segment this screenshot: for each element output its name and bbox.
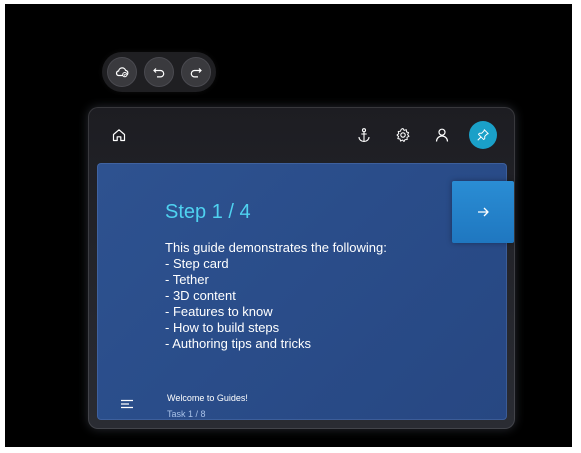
anchor-icon: [358, 128, 370, 142]
step-line: - Features to know: [165, 304, 273, 319]
step-line: - 3D content: [165, 288, 236, 303]
step-card: Step 1 / 4 This guide demonstrates the f…: [97, 163, 507, 420]
floating-toolbar: [102, 52, 216, 92]
undo-icon: [153, 68, 165, 78]
cloud-sync-button[interactable]: [107, 57, 137, 87]
step-line: - Authoring tips and tricks: [165, 336, 311, 351]
pin-button[interactable]: [469, 121, 497, 149]
mixed-reality-scene: Step 1 / 4 This guide demonstrates the f…: [5, 4, 572, 447]
anchor-button[interactable]: [353, 124, 375, 146]
guide-panel: Step 1 / 4 This guide demonstrates the f…: [88, 107, 515, 429]
redo-icon: [190, 68, 202, 78]
step-line: This guide demonstrates the following:: [165, 240, 387, 255]
user-icon: [435, 128, 449, 142]
guide-title: Welcome to Guides!: [167, 393, 248, 403]
menu-icon[interactable]: [119, 396, 135, 412]
undo-button[interactable]: [144, 57, 174, 87]
step-line: - Step card: [165, 256, 229, 271]
settings-icon: [396, 128, 410, 142]
profile-button[interactable]: [431, 124, 453, 146]
home-icon: [112, 129, 126, 142]
arrow-right-icon: [478, 207, 489, 217]
cloud-sync-icon: [115, 67, 129, 78]
step-line: - Tether: [165, 272, 209, 287]
step-line: - How to build steps: [165, 320, 280, 335]
home-button[interactable]: [108, 124, 130, 146]
task-progress: Task 1 / 8: [167, 409, 206, 419]
redo-button[interactable]: [181, 57, 211, 87]
step-description: This guide demonstrates the following: -…: [165, 240, 445, 352]
step-title: Step 1 / 4: [165, 201, 251, 223]
panel-topbar: [88, 107, 515, 162]
next-step-button[interactable]: [452, 181, 514, 243]
settings-button[interactable]: [392, 124, 414, 146]
pin-icon: [477, 129, 489, 141]
